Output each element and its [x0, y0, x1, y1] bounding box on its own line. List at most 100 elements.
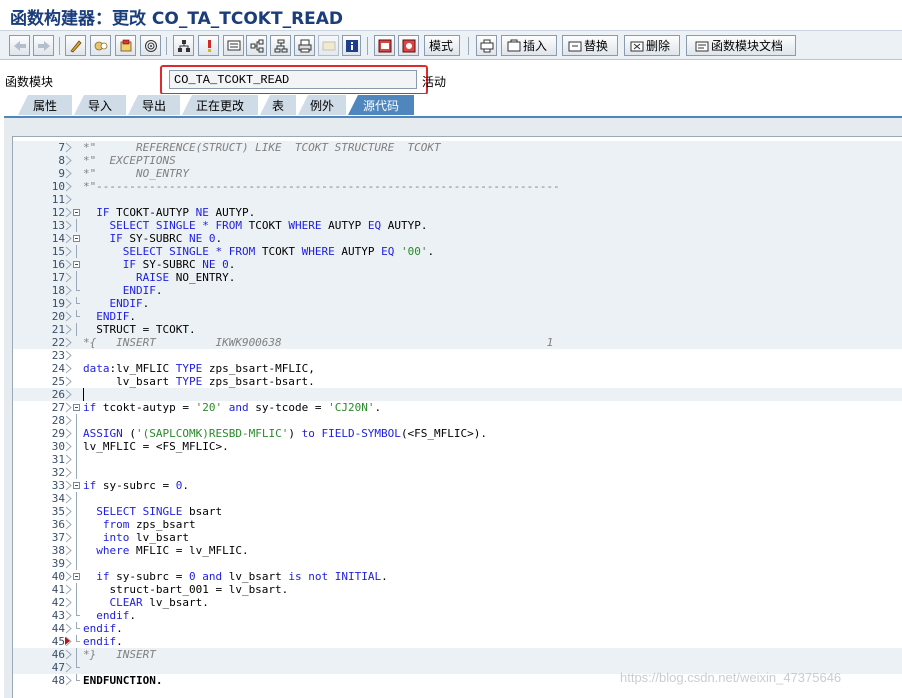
- code-text[interactable]: ENDIF.: [83, 310, 136, 323]
- code-text[interactable]: RAISE NO_ENTRY.: [83, 271, 235, 284]
- tab-changing[interactable]: 正在更改: [182, 95, 258, 115]
- code-text[interactable]: *" NO_ENTRY: [83, 167, 189, 180]
- code-line[interactable]: 37 into lv_bsart: [13, 531, 902, 544]
- fold-toggle-icon[interactable]: [73, 482, 80, 489]
- code-text[interactable]: into lv_bsart: [83, 531, 189, 544]
- block-button[interactable]: [476, 35, 497, 56]
- code-line[interactable]: 8 *" EXCEPTIONS: [13, 154, 902, 167]
- code-line[interactable]: 19 ENDIF.: [13, 297, 902, 310]
- code-line[interactable]: 20 ENDIF.: [13, 310, 902, 323]
- back-button[interactable]: [9, 35, 30, 56]
- code-line[interactable]: 14 IF SY-SUBRC NE 0.: [13, 232, 902, 245]
- navigation-button[interactable]: [246, 35, 267, 56]
- abap-editor[interactable]: 7 *" REFERENCE(STRUCT) LIKE TCOKT STRUCTU…: [12, 136, 902, 698]
- code-text[interactable]: where MFLIC = lv_MFLIC.: [83, 544, 248, 557]
- code-text[interactable]: ENDIF.: [83, 297, 150, 310]
- code-line[interactable]: 7 *" REFERENCE(STRUCT) LIKE TCOKT STRUCTU…: [13, 141, 902, 154]
- code-line[interactable]: 24 data:lv_MFLIC TYPE zps_bsart-MFLIC,: [13, 362, 902, 375]
- code-line[interactable]: 29 ASSIGN ('(SAPLCOMK)RESBD-MFLIC') to FI…: [13, 427, 902, 440]
- fold-toggle-icon[interactable]: [73, 573, 80, 580]
- code-line[interactable]: 23: [13, 349, 902, 362]
- fold-toggle-icon[interactable]: [73, 235, 80, 242]
- code-line[interactable]: 25 lv_bsart TYPE zps_bsart-bsart.: [13, 375, 902, 388]
- code-text[interactable]: lv_MFLIC = <FS_MFLIC>.: [83, 440, 229, 453]
- code-text[interactable]: *" REFERENCE(STRUCT) LIKE TCOKT STRUCTUR…: [83, 141, 441, 154]
- active-inactive-button[interactable]: [90, 35, 111, 56]
- code-line[interactable]: 38 where MFLIC = lv_MFLIC.: [13, 544, 902, 557]
- tab-attributes[interactable]: 属性: [18, 95, 72, 115]
- function-module-field[interactable]: CO_TA_TCOKT_READ: [169, 70, 417, 89]
- code-line[interactable]: 46 *} INSERT: [13, 648, 902, 661]
- code-text[interactable]: IF SY-SUBRC NE 0.: [83, 258, 236, 271]
- pretty-printer-button[interactable]: [398, 35, 419, 56]
- object-list-button[interactable]: [270, 35, 291, 56]
- code-text[interactable]: *{ INSERT IKWK900638 1: [83, 336, 553, 349]
- code-line[interactable]: 18 ENDIF.: [13, 284, 902, 297]
- tab-export[interactable]: 导出: [128, 95, 180, 115]
- code-text[interactable]: endif.: [83, 635, 123, 648]
- fold-toggle-icon[interactable]: [73, 404, 80, 411]
- tab-source-code[interactable]: 源代码: [348, 95, 414, 115]
- fold-toggle-icon[interactable]: [73, 209, 80, 216]
- code-line[interactable]: 43 endif.: [13, 609, 902, 622]
- code-text[interactable]: IF TCOKT-AUTYP NE AUTYP.: [83, 206, 255, 219]
- tab-import[interactable]: 导入: [74, 95, 126, 115]
- delete-button[interactable]: 删除: [624, 35, 680, 56]
- code-line[interactable]: 30 lv_MFLIC = <FS_MFLIC>.: [13, 440, 902, 453]
- code-text[interactable]: ENDIF.: [83, 284, 163, 297]
- code-text[interactable]: ENDFUNCTION.: [83, 674, 162, 687]
- replace-button[interactable]: 替换: [562, 35, 618, 56]
- pattern-button[interactable]: [374, 35, 395, 56]
- display-change-button[interactable]: [65, 35, 86, 56]
- activate-button[interactable]: [173, 35, 194, 56]
- code-text[interactable]: IF SY-SUBRC NE 0.: [83, 232, 223, 245]
- code-line[interactable]: 33 if sy-subrc = 0.: [13, 479, 902, 492]
- code-text[interactable]: ASSIGN ('(SAPLCOMK)RESBD-MFLIC') to FIEL…: [83, 427, 487, 440]
- insert-button[interactable]: 插入: [501, 35, 557, 56]
- code-text[interactable]: if tcokt-autyp = '20' and sy-tcode = 'CJ…: [83, 401, 381, 414]
- code-line[interactable]: 39: [13, 557, 902, 570]
- fm-documentation-button[interactable]: 函数模块文档: [686, 35, 796, 56]
- code-line[interactable]: 15 SELECT SINGLE * FROM TCOKT WHERE AUTY…: [13, 245, 902, 258]
- disabled-button[interactable]: [318, 35, 339, 56]
- code-text[interactable]: lv_bsart TYPE zps_bsart-bsart.: [83, 375, 315, 388]
- code-line[interactable]: 26: [13, 388, 902, 401]
- where-used-button[interactable]: [223, 35, 244, 56]
- code-line[interactable]: 42 CLEAR lv_bsart.: [13, 596, 902, 609]
- code-line[interactable]: 32: [13, 466, 902, 479]
- forward-button[interactable]: [33, 35, 54, 56]
- code-line[interactable]: 40 if sy-subrc = 0 and lv_bsart is not I…: [13, 570, 902, 583]
- code-line[interactable]: 9 *" NO_ENTRY: [13, 167, 902, 180]
- print-button[interactable]: [294, 35, 315, 56]
- code-line[interactable]: 34: [13, 492, 902, 505]
- code-text[interactable]: endif.: [83, 622, 123, 635]
- code-text[interactable]: if sy-subrc = 0 and lv_bsart is not INIT…: [83, 570, 387, 583]
- mode-button[interactable]: 模式: [424, 35, 460, 56]
- code-text[interactable]: STRUCT = TCOKT.: [83, 323, 195, 336]
- info-button[interactable]: [342, 35, 361, 56]
- code-text[interactable]: CLEAR lv_bsart.: [83, 596, 209, 609]
- code-text[interactable]: SELECT SINGLE bsart: [83, 505, 222, 518]
- code-line[interactable]: 31: [13, 453, 902, 466]
- code-line[interactable]: 12 IF TCOKT-AUTYP NE AUTYP.: [13, 206, 902, 219]
- code-line[interactable]: 16 IF SY-SUBRC NE 0.: [13, 258, 902, 271]
- code-text[interactable]: endif.: [83, 609, 136, 622]
- tab-tables[interactable]: 表: [260, 95, 296, 115]
- test-button[interactable]: [198, 35, 219, 56]
- code-text[interactable]: struct-bart_001 = lv_bsart.: [83, 583, 288, 596]
- code-text[interactable]: data:lv_MFLIC TYPE zps_bsart-MFLIC,: [83, 362, 315, 375]
- code-line[interactable]: 28: [13, 414, 902, 427]
- code-line[interactable]: 45 endif.: [13, 635, 902, 648]
- code-text[interactable]: if sy-subrc = 0.: [83, 479, 189, 492]
- code-line[interactable]: 21 STRUCT = TCOKT.: [13, 323, 902, 336]
- breakpoint-marker-icon[interactable]: [65, 637, 70, 645]
- other-object-button[interactable]: [115, 35, 136, 56]
- code-line[interactable]: 36 from zps_bsart: [13, 518, 902, 531]
- code-line[interactable]: 17 RAISE NO_ENTRY.: [13, 271, 902, 284]
- code-line[interactable]: 35 SELECT SINGLE bsart: [13, 505, 902, 518]
- code-text[interactable]: SELECT SINGLE * FROM TCOKT WHERE AUTYP E…: [83, 245, 434, 258]
- code-text[interactable]: SELECT SINGLE * FROM TCOKT WHERE AUTYP E…: [83, 219, 428, 232]
- code-line[interactable]: 41 struct-bart_001 = lv_bsart.: [13, 583, 902, 596]
- code-line[interactable]: 10 *"------------------------------------…: [13, 180, 902, 193]
- code-text[interactable]: *} INSERT: [83, 648, 156, 661]
